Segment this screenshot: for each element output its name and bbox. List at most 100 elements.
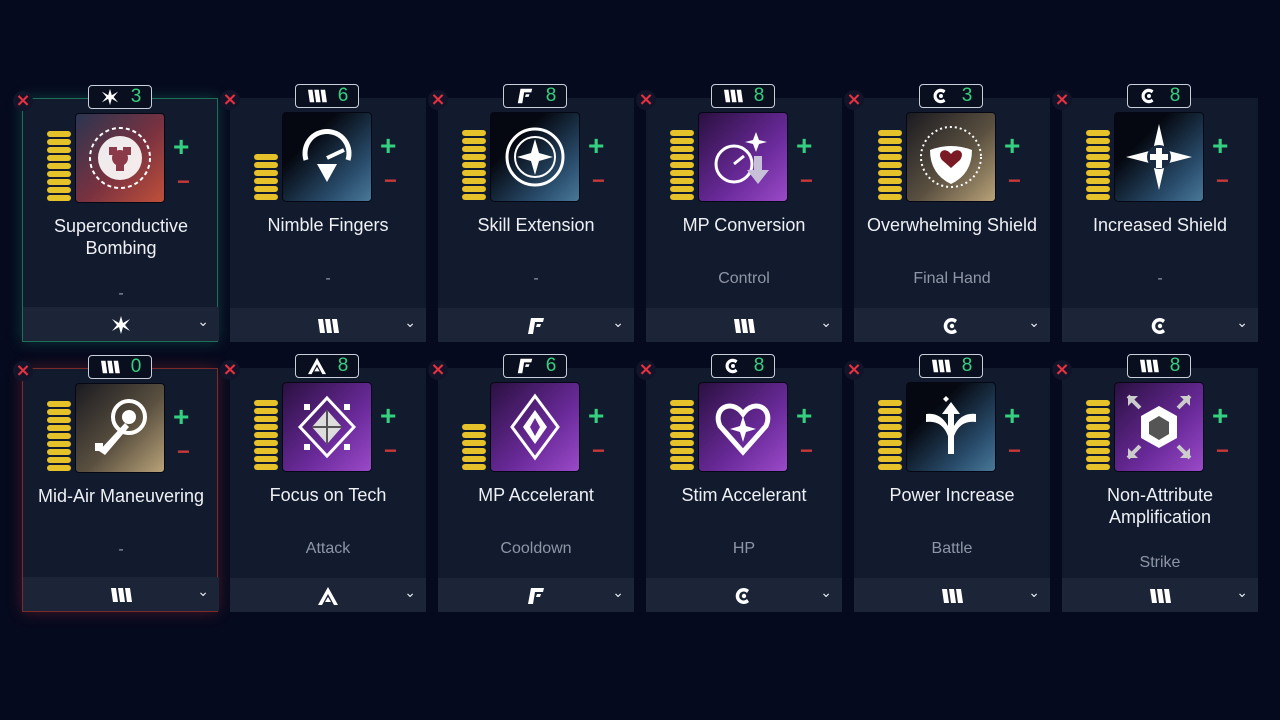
chevron-down-icon: ⌄ [1028,585,1040,601]
level-down-button[interactable]: − [592,170,605,192]
level-down-button[interactable]: − [384,440,397,462]
level-bar [878,400,902,406]
module-card[interactable]: × 8 + − Stim Accelerant HP ⌄ [636,354,842,612]
level-down-button[interactable]: − [800,440,813,462]
level-up-button[interactable]: + [380,402,396,430]
level-bar [47,195,71,201]
level-bar [47,433,71,439]
module-type-dropdown[interactable]: ⌄ [646,578,842,612]
module-category: Battle [931,540,973,557]
level-up-button[interactable]: + [173,133,189,161]
module-name: Increased Shield [1092,215,1228,235]
level-bar [254,448,278,454]
level-bar [878,464,902,470]
level-bar [462,170,486,176]
module-card[interactable]: × 8 + − Power Increase Battle ⌄ [844,354,1050,612]
remove-module-button[interactable]: × [220,360,240,380]
level-bar [670,186,694,192]
level-bar [878,154,902,160]
module-card[interactable]: × 8 + − Focus on Tech Attack ⌄ [220,354,426,612]
level-down-button[interactable]: − [384,170,397,192]
capacity-badge: 6 [503,354,567,378]
level-bars [462,122,488,202]
module-card[interactable]: × 8 + − MP Conversion Control ⌄ [636,84,842,342]
level-down-button[interactable]: − [592,440,605,462]
capacity-badge: 8 [919,354,983,378]
module-card[interactable]: × 3 + − Superconductive Bombing - ⌄ [13,85,219,342]
module-category: - [325,270,331,287]
level-bar [47,401,71,407]
capacity-badge: 8 [711,354,775,378]
level-up-button[interactable]: + [1212,402,1228,430]
level-up-button[interactable]: + [588,402,604,430]
module-type-dropdown[interactable]: ⌄ [1062,578,1258,612]
module-card[interactable]: × 6 + − MP Accelerant Cooldown ⌄ [428,354,634,612]
module-type-dropdown[interactable]: ⌄ [854,578,1050,612]
level-down-button[interactable]: − [1008,440,1021,462]
level-up-button[interactable]: + [796,132,812,160]
module-card[interactable]: × 0 + − Mid-Air Maneuvering - ⌄ [13,355,219,612]
level-bar [1086,448,1110,454]
module-type-dropdown[interactable]: ⌄ [438,308,634,342]
reactor-icon [75,113,165,203]
module-type-dropdown[interactable]: ⌄ [1062,308,1258,342]
module-card[interactable]: × 8 + − Increased Shield - ⌄ [1052,84,1258,342]
level-up-button[interactable]: + [173,403,189,431]
level-bar [462,178,486,184]
module-category: Attack [305,540,351,557]
module-type-dropdown[interactable]: ⌄ [646,308,842,342]
stripes-icon [1138,357,1160,375]
remove-module-button[interactable]: × [428,90,448,110]
level-down-button[interactable]: − [177,171,190,193]
module-card[interactable]: × 3 + − Overwhelming Shield Final Hand ⌄ [844,84,1050,342]
module-category: - [118,541,124,558]
capacity-badge: 8 [1127,354,1191,378]
module-category: - [533,270,539,287]
module-type-dropdown[interactable]: ⌄ [23,307,219,341]
crescent-icon [930,87,952,105]
stripes-icon [722,87,744,105]
level-down-button[interactable]: − [1216,170,1229,192]
level-bar [47,465,71,471]
chevron-down-icon: ⌄ [820,315,832,331]
level-up-button[interactable]: + [1004,132,1020,160]
module-category: Control [718,270,770,287]
level-down-button[interactable]: − [177,441,190,463]
level-bar [462,456,486,462]
module-card[interactable]: × 6 + − Nimble Fingers - ⌄ [220,84,426,342]
remove-module-button[interactable]: × [844,360,864,380]
level-bar [47,155,71,161]
level-up-button[interactable]: + [796,402,812,430]
chevron-down-icon: ⌄ [1028,315,1040,331]
remove-module-button[interactable]: × [13,361,33,381]
module-card[interactable]: × 8 + − Non-Attribute Amplification Strike ⌄ [1052,354,1258,612]
remove-module-button[interactable]: × [13,91,33,111]
remove-module-button[interactable]: × [428,360,448,380]
remove-module-button[interactable]: × [1052,360,1072,380]
level-up-button[interactable]: + [1004,402,1020,430]
level-bar [1086,146,1110,152]
remove-module-button[interactable]: × [636,360,656,380]
level-bar [1086,138,1110,144]
remove-module-button[interactable]: × [636,90,656,110]
module-type-dropdown[interactable]: ⌄ [23,577,219,611]
level-down-button[interactable]: − [1216,440,1229,462]
level-bars [1086,122,1112,202]
level-up-button[interactable]: + [1212,132,1228,160]
level-up-button[interactable]: + [588,132,604,160]
module-type-dropdown[interactable]: ⌄ [854,308,1050,342]
remove-module-button[interactable]: × [1052,90,1072,110]
capacity-count: 0 [130,356,142,377]
level-down-button[interactable]: − [1008,170,1021,192]
module-card[interactable]: × 8 + − Skill Extension - ⌄ [428,84,634,342]
module-type-dropdown[interactable]: ⌄ [230,308,426,342]
remove-module-button[interactable]: × [844,90,864,110]
level-bar [47,139,71,145]
level-bar [670,138,694,144]
level-up-button[interactable]: + [380,132,396,160]
remove-module-button[interactable]: × [220,90,240,110]
level-down-button[interactable]: − [800,170,813,192]
module-type-dropdown[interactable]: ⌄ [230,578,426,612]
level-bar [47,131,71,137]
module-type-dropdown[interactable]: ⌄ [438,578,634,612]
